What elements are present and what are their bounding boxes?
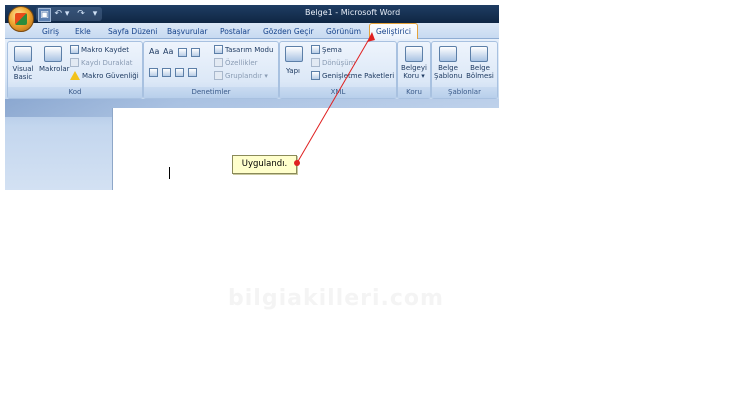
document-page[interactable] bbox=[113, 108, 499, 190]
group-label-kod: Kod bbox=[8, 87, 142, 98]
title-bar: ▣ ↶ ▾ ↷ ▾ Belge1 - Microsoft Word bbox=[5, 5, 499, 23]
expansion-pack-icon bbox=[311, 71, 320, 80]
tab-postalar[interactable]: Postalar bbox=[220, 25, 250, 38]
callout-box: Uygulandı. bbox=[232, 155, 297, 174]
belge-bolmesi-button[interactable]: Belge Bölmesi bbox=[465, 64, 495, 80]
properties-icon bbox=[214, 58, 223, 67]
rich-text-control[interactable]: Aa bbox=[149, 47, 159, 56]
tasarim-modu-button[interactable]: Tasarım Modu bbox=[214, 45, 273, 55]
belgeyi-koru-button[interactable]: Belgeyi Koru ▾ bbox=[399, 64, 429, 80]
customize-qat-icon[interactable]: ▾ bbox=[91, 8, 99, 20]
group-xml: Yapı Şema Dönüşüm Genişletme Paketleri X… bbox=[279, 41, 397, 99]
picture-control-icon[interactable] bbox=[178, 48, 187, 57]
tab-basvurular[interactable]: Başvurular bbox=[167, 25, 207, 38]
belge-sablonu-label-2: Şablonu bbox=[434, 72, 463, 80]
schema-icon bbox=[311, 45, 320, 54]
donusum-label: Dönüşüm bbox=[322, 59, 356, 67]
sema-label: Şema bbox=[322, 46, 342, 54]
record-macro-icon bbox=[70, 45, 79, 54]
document-workspace bbox=[5, 99, 499, 190]
belgeyi-koru-label-1: Belgeyi bbox=[401, 64, 427, 72]
combo-box-icon[interactable] bbox=[191, 48, 200, 57]
warning-icon bbox=[70, 71, 80, 80]
belge-sablonu-label-1: Belge bbox=[438, 64, 458, 72]
tasarim-modu-label: Tasarım Modu bbox=[225, 46, 274, 54]
group-denetimler: Aa Aa Tasarım Modu Özellikler Gruplandır… bbox=[143, 41, 279, 99]
structure-icon bbox=[285, 46, 303, 62]
ozellikler-label: Özellikler bbox=[225, 59, 258, 67]
group-sablonlar: Belge Şablonu Belge Bölmesi Şablonlar bbox=[431, 41, 498, 99]
genisletme-label: Genişletme Paketleri bbox=[322, 72, 395, 80]
tab-gorunum[interactable]: Görünüm bbox=[326, 25, 361, 38]
makrolar-button[interactable]: Makrolar bbox=[39, 65, 70, 73]
visual-basic-button[interactable]: Visual Basic bbox=[10, 65, 36, 81]
group-icon bbox=[214, 71, 223, 80]
ozellikler-button[interactable]: Özellikler bbox=[214, 58, 258, 68]
sema-button[interactable]: Şema bbox=[311, 45, 342, 55]
dropdown-list-icon[interactable] bbox=[149, 68, 158, 77]
group-koru: Belgeyi Koru ▾ Koru bbox=[397, 41, 431, 99]
watermark: bilgiakilleri.com bbox=[228, 286, 444, 311]
tab-giris[interactable]: Giriş bbox=[42, 25, 59, 38]
save-icon[interactable]: ▣ bbox=[38, 8, 51, 22]
document-panel-icon bbox=[470, 46, 488, 62]
visual-basic-label-1: Visual bbox=[12, 65, 34, 73]
building-block-icon[interactable] bbox=[175, 68, 184, 77]
belge-bolmesi-label-2: Bölmesi bbox=[466, 72, 494, 80]
window-title: Belge1 - Microsoft Word bbox=[305, 8, 401, 17]
ribbon: Visual Basic Makrolar Makro Kaydet Kaydı… bbox=[5, 39, 499, 99]
office-logo-icon bbox=[15, 13, 27, 25]
tab-gozden-gecir[interactable]: Gözden Geçir bbox=[263, 25, 314, 38]
group-label-xml: XML bbox=[280, 87, 396, 98]
belgeyi-koru-label-2: Koru ▾ bbox=[403, 72, 425, 80]
belge-sablonu-button[interactable]: Belge Şablonu bbox=[434, 64, 462, 80]
makro-guvenligi-button[interactable]: Makro Güvenliği bbox=[70, 71, 139, 81]
text-control[interactable]: Aa bbox=[163, 47, 173, 56]
undo-icon[interactable]: ↶ ▾ bbox=[53, 8, 71, 20]
legacy-tools-icon[interactable] bbox=[188, 68, 197, 77]
belge-bolmesi-label-1: Belge bbox=[470, 64, 490, 72]
visual-basic-icon bbox=[14, 46, 32, 62]
document-template-icon bbox=[439, 46, 457, 62]
makro-guvenligi-label: Makro Güvenliği bbox=[82, 72, 139, 80]
tab-ekle[interactable]: Ekle bbox=[75, 25, 91, 38]
group-label-koru: Koru bbox=[398, 87, 430, 98]
office-button[interactable] bbox=[8, 6, 34, 32]
makro-kaydet-label: Makro Kaydet bbox=[81, 46, 130, 54]
macros-icon bbox=[44, 46, 62, 62]
gruplandir-button[interactable]: Gruplandır ▾ bbox=[214, 71, 268, 81]
group-kod: Visual Basic Makrolar Makro Kaydet Kaydı… bbox=[7, 41, 143, 99]
protect-document-icon bbox=[405, 46, 423, 62]
transformation-icon bbox=[311, 58, 320, 67]
kaydi-duraklat-label: Kaydı Duraklat bbox=[81, 59, 133, 67]
visual-basic-label-2: Basic bbox=[13, 73, 33, 81]
date-picker-icon[interactable] bbox=[162, 68, 171, 77]
redo-icon[interactable]: ↷ bbox=[73, 8, 89, 20]
makro-kaydet-button[interactable]: Makro Kaydet bbox=[70, 45, 129, 55]
kaydi-duraklat-button[interactable]: Kaydı Duraklat bbox=[70, 58, 133, 68]
tab-sayfa-duzeni[interactable]: Sayfa Düzeni bbox=[108, 25, 157, 38]
donusum-button[interactable]: Dönüşüm bbox=[311, 58, 355, 68]
design-mode-icon bbox=[214, 45, 223, 54]
pause-recording-icon bbox=[70, 58, 79, 67]
yapi-button[interactable]: Yapı bbox=[286, 67, 300, 75]
group-label-denetimler: Denetimler bbox=[144, 87, 278, 98]
genisletme-paketleri-button[interactable]: Genişletme Paketleri bbox=[311, 71, 394, 81]
text-cursor bbox=[169, 167, 170, 179]
group-label-sablonlar: Şablonlar bbox=[432, 87, 497, 98]
ribbon-tabs: Giriş Ekle Sayfa Düzeni Başvurular Posta… bbox=[5, 23, 499, 40]
gruplandir-label: Gruplandır ▾ bbox=[225, 72, 268, 80]
tab-gelistirici[interactable]: Geliştirici bbox=[369, 23, 418, 40]
